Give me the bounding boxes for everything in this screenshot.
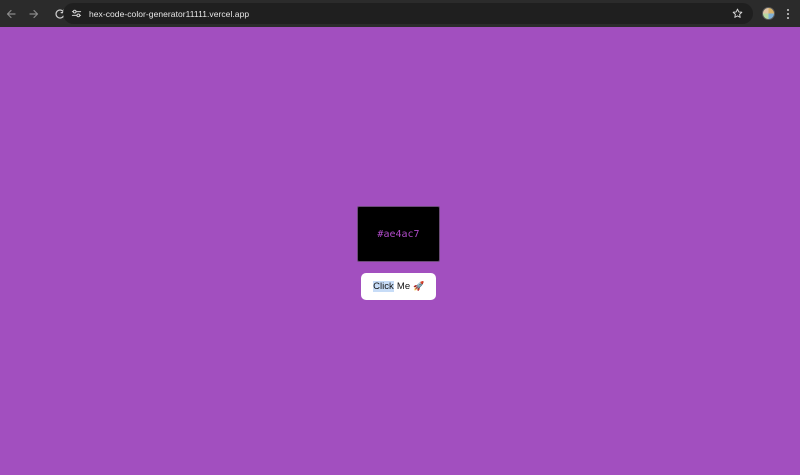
click-me-button[interactable]: Click Me 🚀 <box>361 273 436 300</box>
arrow-right-icon <box>29 9 39 18</box>
url-text[interactable]: hex-code-color-generator11111.vercel.app <box>89 9 249 19</box>
button-label-selected: Click <box>372 281 395 292</box>
hex-code-text: #ae4ac7 <box>377 228 420 240</box>
rocket-emoji-icon: 🚀 <box>413 281 425 291</box>
forward-button[interactable] <box>24 4 44 24</box>
back-button[interactable] <box>1 4 21 24</box>
site-info-button[interactable] <box>67 5 85 23</box>
address-bar[interactable]: hex-code-color-generator11111.vercel.app <box>63 3 753 24</box>
avatar[interactable] <box>762 7 775 20</box>
color-display-box: #ae4ac7 <box>357 206 440 262</box>
button-label: Me <box>394 281 411 292</box>
browser-toolbar: hex-code-color-generator11111.vercel.app <box>0 0 800 27</box>
tune-icon <box>71 9 81 18</box>
kebab-menu-icon[interactable] <box>783 6 793 21</box>
star-icon <box>732 8 743 18</box>
arrow-left-icon <box>6 9 16 18</box>
bookmark-button[interactable] <box>730 6 745 21</box>
